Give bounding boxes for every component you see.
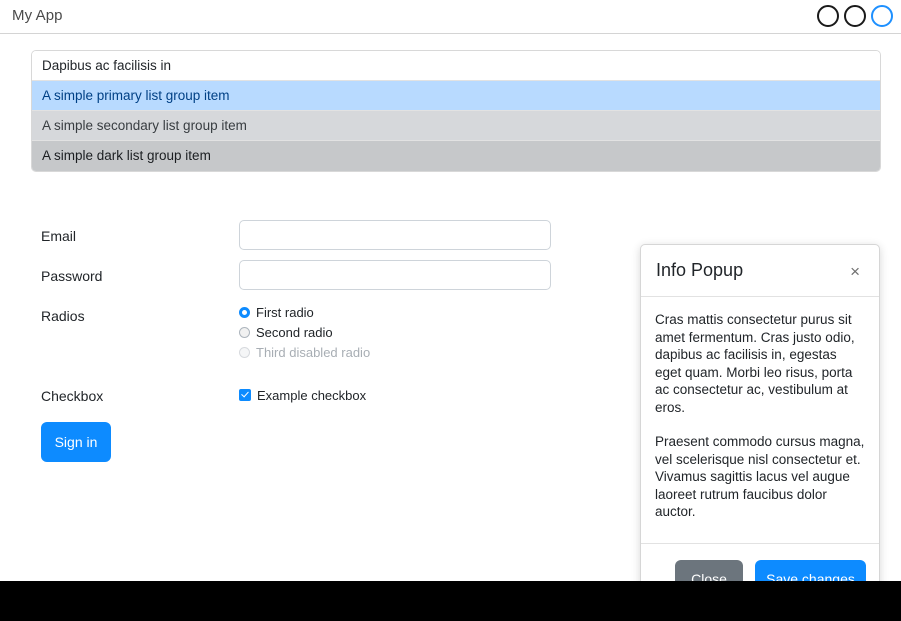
checkbox-option[interactable]: Example checkbox <box>239 385 366 405</box>
sign-in-button[interactable]: Sign in <box>41 422 111 462</box>
info-popup: Info Popup × Cras mattis consectetur pur… <box>640 244 880 581</box>
popup-header: Info Popup × <box>641 245 879 297</box>
title-bar: My App <box>0 0 901 34</box>
minimize-circle-icon[interactable] <box>817 5 839 27</box>
list-item[interactable]: A simple primary list group item <box>32 81 880 111</box>
radio-group: First radio Second radio Third disabled … <box>239 302 370 362</box>
popup-save-changes-button[interactable]: Save changes <box>755 560 866 581</box>
radio-empty-icon <box>239 326 250 338</box>
window-controls <box>817 5 893 27</box>
window-content: Dapibus ac facilisis in A simple primary… <box>0 34 901 581</box>
radio-option-second[interactable]: Second radio <box>239 322 370 342</box>
maximize-circle-icon[interactable] <box>844 5 866 27</box>
radio-label: Second radio <box>256 324 333 340</box>
radio-disabled-icon <box>239 346 250 358</box>
radios-label: Radios <box>41 308 85 324</box>
password-row: Password <box>0 254 620 294</box>
app-title: My App <box>12 7 63 24</box>
radio-filled-icon <box>239 306 250 318</box>
checkbox-checked-icon <box>239 389 251 401</box>
popup-paragraph: Cras mattis consectetur purus sit amet f… <box>655 312 855 415</box>
checkbox-label: Checkbox <box>41 388 104 404</box>
radio-label: Third disabled radio <box>256 344 371 360</box>
popup-footer: Close Save changes <box>641 543 879 581</box>
password-field[interactable] <box>239 260 551 290</box>
popup-title: Info Popup <box>656 260 744 280</box>
popup-body: Cras mattis consectetur purus sit amet f… <box>641 297 879 521</box>
checkbox-option-label: Example checkbox <box>257 387 367 403</box>
email-row: Email <box>0 214 620 254</box>
radios-row: Radios First radio Second radio Third di… <box>0 294 620 374</box>
radio-option-third-disabled: Third disabled radio <box>239 342 370 362</box>
list-item[interactable]: Dapibus ac facilisis in <box>32 51 880 81</box>
close-icon[interactable]: × <box>844 262 866 281</box>
signin-form: Email Password Radios First radio Second… <box>0 214 620 472</box>
checkbox-row: Checkbox Example checkbox <box>0 374 620 420</box>
app-window: My App Dapibus ac facilisis in A simple … <box>0 0 901 581</box>
radio-option-first[interactable]: First radio <box>239 302 370 322</box>
email-label: Email <box>41 228 77 244</box>
popup-paragraph: Praesent commodo cursus magna, vel scele… <box>655 434 865 519</box>
list-group: Dapibus ac facilisis in A simple primary… <box>31 50 881 172</box>
list-item[interactable]: A simple secondary list group item <box>32 111 880 141</box>
radio-label: First radio <box>256 304 314 320</box>
password-label: Password <box>41 268 103 284</box>
list-item[interactable]: A simple dark list group item <box>32 141 880 171</box>
close-circle-icon[interactable] <box>871 5 893 27</box>
popup-close-button[interactable]: Close <box>675 560 743 581</box>
submit-row: Sign in <box>0 420 620 472</box>
email-field[interactable] <box>239 220 551 250</box>
